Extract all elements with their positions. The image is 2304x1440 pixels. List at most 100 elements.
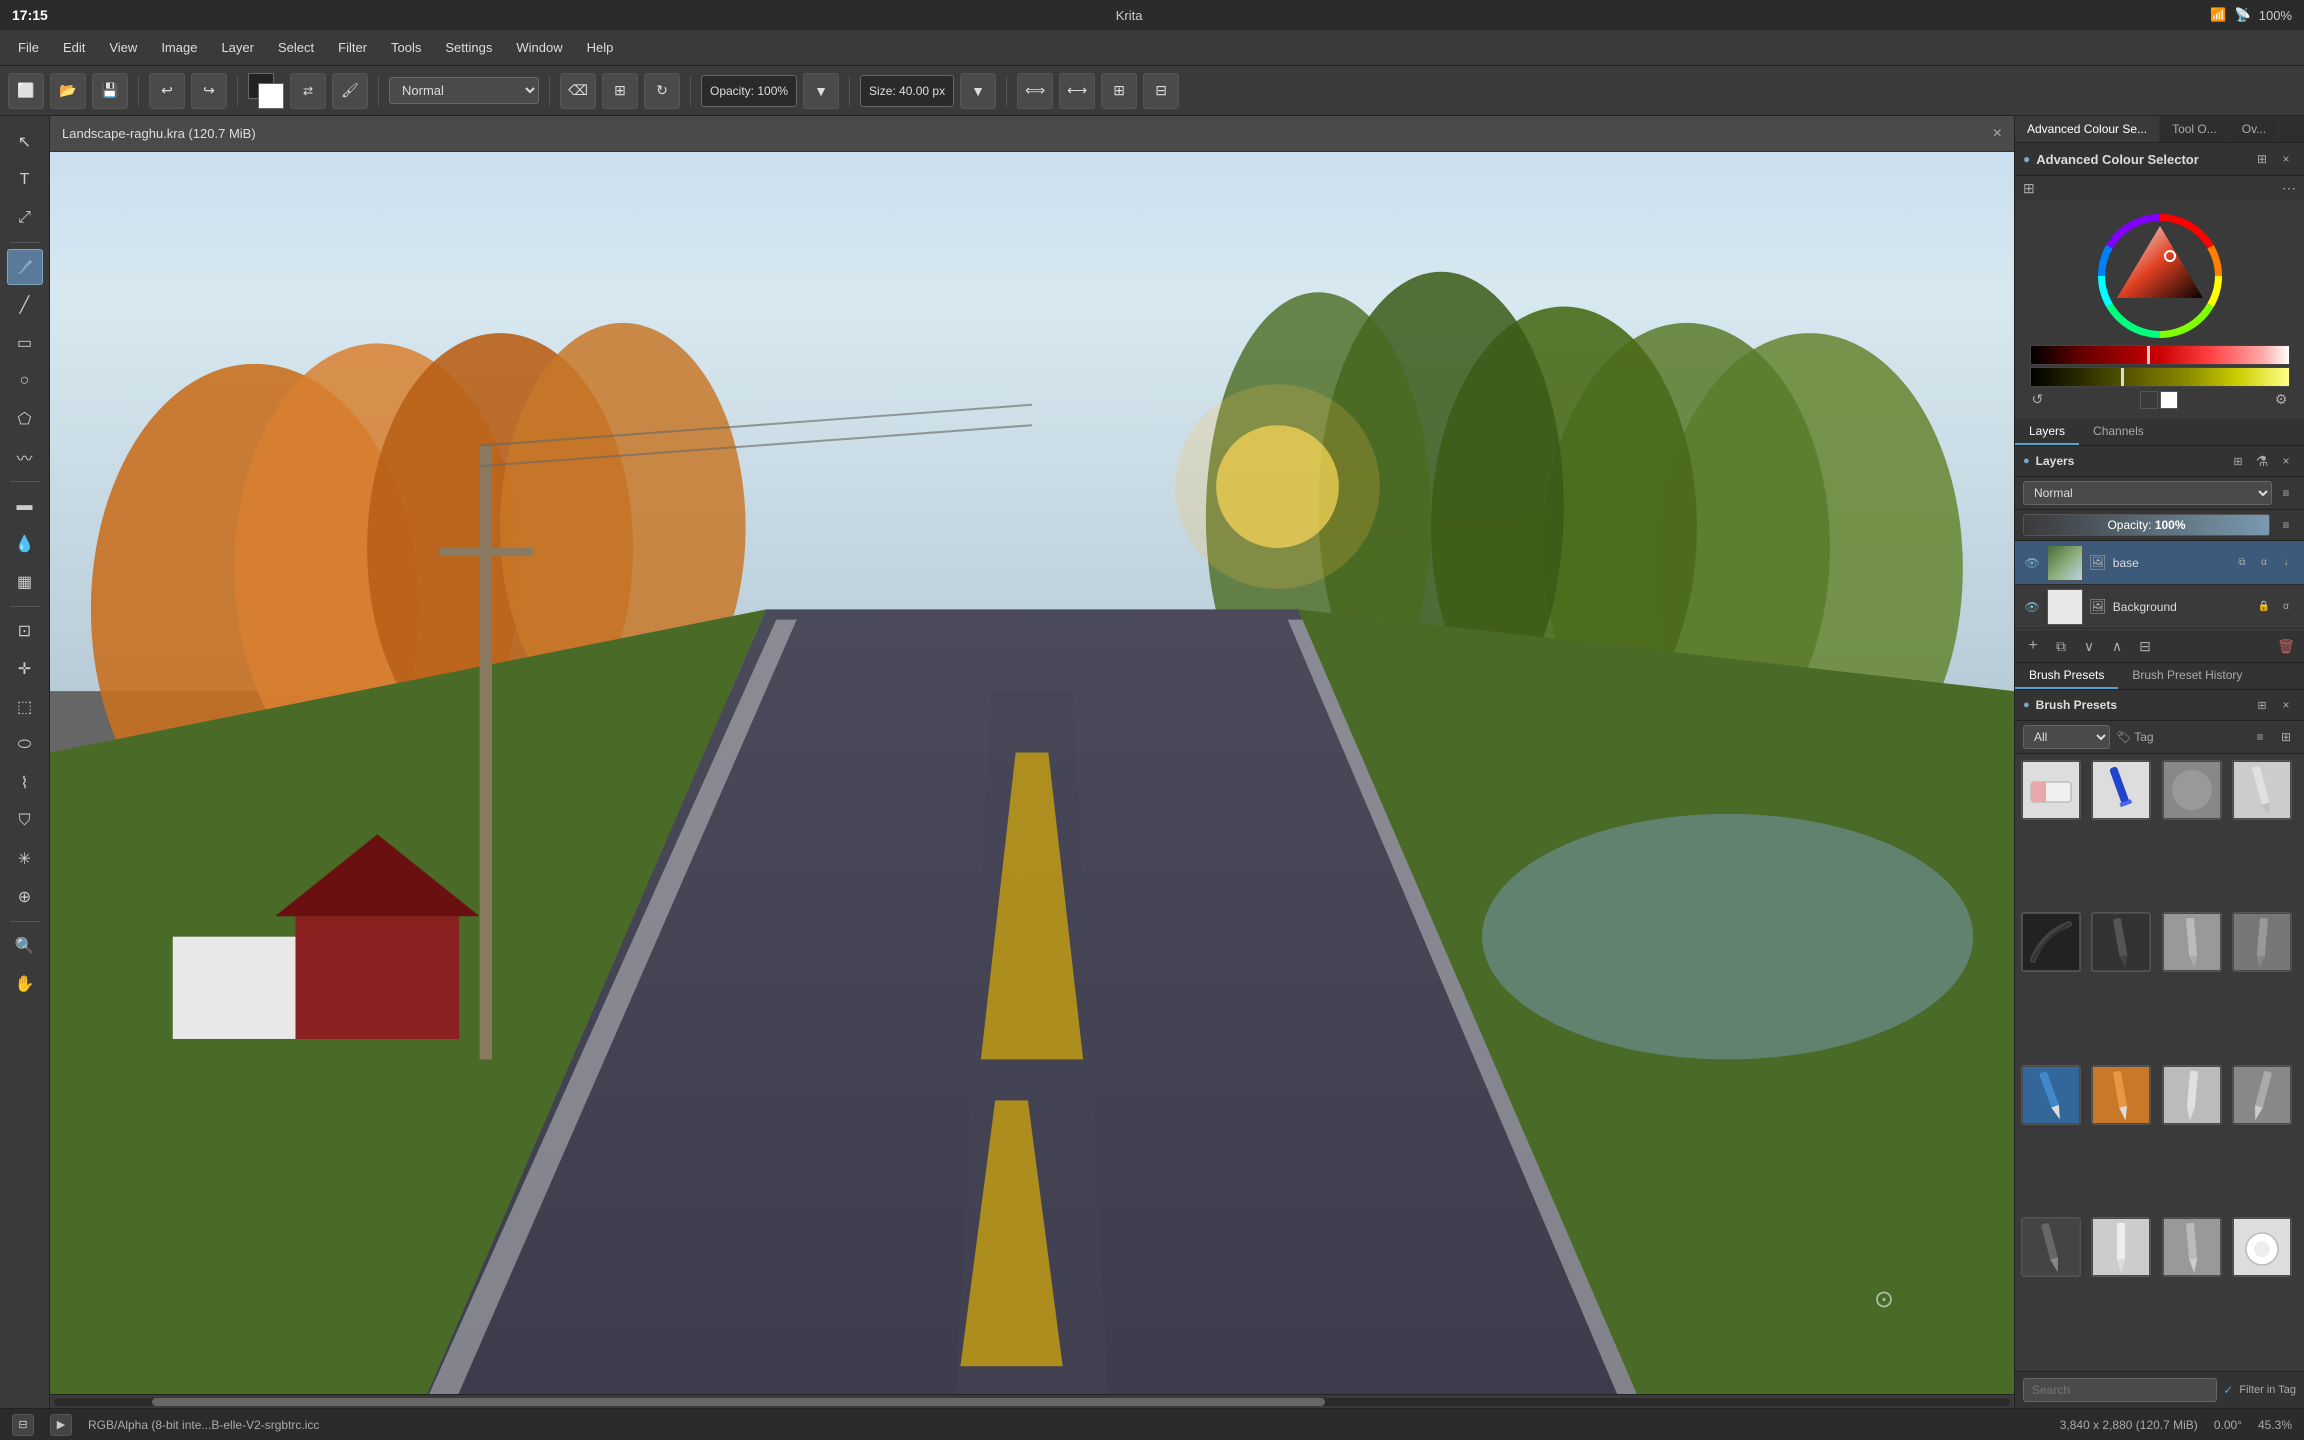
layers-close-btn[interactable]: ×: [2276, 451, 2296, 471]
menu-file[interactable]: File: [8, 36, 49, 59]
crop-tool[interactable]: ⊡: [7, 613, 43, 649]
menu-image[interactable]: Image: [151, 36, 207, 59]
status-frame-btn[interactable]: ⊟: [12, 1414, 34, 1436]
delete-layer-btn[interactable]: 🗑: [2276, 636, 2296, 656]
brush-search-input[interactable]: [2023, 1378, 2217, 1402]
gradient-tool[interactable]: ▦: [7, 564, 43, 600]
sub-tab-layers[interactable]: Layers: [2015, 419, 2079, 445]
tab-advanced-colour[interactable]: Advanced Colour Se...: [2015, 116, 2160, 142]
menu-select[interactable]: Select: [268, 36, 324, 59]
line-tool[interactable]: ╱: [7, 287, 43, 323]
brush-preset-eraser-basic[interactable]: [2021, 760, 2081, 820]
refresh-btn[interactable]: ↻: [644, 73, 680, 109]
canvas-hscroll[interactable]: [50, 1394, 2014, 1408]
layer-alpha-btn-base[interactable]: α: [2254, 553, 2274, 573]
colour-grid-icon[interactable]: ⊞: [2023, 180, 2035, 197]
add-layer-btn[interactable]: +: [2023, 636, 2043, 656]
brush-close-btn[interactable]: ×: [2276, 695, 2296, 715]
mirror-v-btn[interactable]: ⟷: [1059, 73, 1095, 109]
brush-preset-pencil-blue[interactable]: [2021, 1065, 2081, 1125]
mirror-h-btn[interactable]: ⟺: [1017, 73, 1053, 109]
menu-help[interactable]: Help: [577, 36, 624, 59]
polyline-tool[interactable]: 〰: [7, 439, 43, 475]
ellipse-tool[interactable]: ○: [7, 363, 43, 399]
brush-tool[interactable]: [7, 249, 43, 285]
polygon-tool[interactable]: ⬠: [7, 401, 43, 437]
layer-visibility-base[interactable]: 👁: [2023, 554, 2041, 572]
colour-config-icon[interactable]: ⚙: [2275, 391, 2288, 409]
brush-preset-grey-basic[interactable]: [2162, 760, 2222, 820]
status-anim-btn[interactable]: ▶: [50, 1414, 72, 1436]
canvas-settings-btn[interactable]: ⊟: [1143, 73, 1179, 109]
similar-sel-tool[interactable]: ⊕: [7, 879, 43, 915]
brush-preset-grey-2[interactable]: [2162, 912, 2222, 972]
filter-in-tag-check[interactable]: ✓: [2223, 1383, 2233, 1397]
fg-bg-color-btn[interactable]: [248, 73, 284, 109]
brush-tag-icon[interactable]: 🏷 Tag: [2116, 730, 2154, 744]
size-more-btn[interactable]: ▼: [960, 73, 996, 109]
hscroll-track[interactable]: [54, 1398, 2010, 1406]
brush-preset-pencil-orange[interactable]: [2091, 1065, 2151, 1125]
sub-tab-brush-history[interactable]: Brush Preset History: [2118, 663, 2256, 689]
erase-mode-btn[interactable]: ⌫: [560, 73, 596, 109]
brush-view-toggle[interactable]: ≡: [2250, 727, 2270, 747]
opacity-more-btn[interactable]: ▼: [803, 73, 839, 109]
blend-mode-select[interactable]: Normal Multiply Screen Overlay: [389, 77, 539, 104]
canvas-close-btn[interactable]: ×: [1993, 125, 2002, 143]
brush-preset-pencil-dark[interactable]: [2021, 1217, 2081, 1277]
save-document-btn[interactable]: 💾: [92, 73, 128, 109]
eyedropper-tool[interactable]: 💧: [7, 526, 43, 562]
layer-lock-btn-bg[interactable]: 🔒: [2254, 597, 2274, 617]
layer-visibility-bg[interactable]: 👁: [2023, 598, 2041, 616]
freehand-sel-tool[interactable]: ⌇: [7, 765, 43, 801]
sub-tab-brush-presets[interactable]: Brush Presets: [2015, 663, 2118, 689]
brush-filter-select[interactable]: All Inking Painting Sketching: [2023, 725, 2110, 749]
tab-overview[interactable]: Ov...: [2230, 116, 2279, 142]
zoom-tool[interactable]: 🔍: [7, 928, 43, 964]
tab-tool-options[interactable]: Tool O...: [2160, 116, 2230, 142]
menu-tools[interactable]: Tools: [381, 36, 431, 59]
copy-layer-btn[interactable]: ⧉: [2051, 636, 2071, 656]
fill-tool[interactable]: ▬: [7, 488, 43, 524]
colour-wheel-svg[interactable]: [2095, 211, 2225, 341]
move-layer-up-btn[interactable]: ∧: [2107, 636, 2127, 656]
hscroll-thumb[interactable]: [152, 1398, 1326, 1406]
text-tool[interactable]: T: [7, 162, 43, 198]
pan-tool[interactable]: ✋: [7, 966, 43, 1002]
layers-blend-mode-select[interactable]: Normal Multiply Screen Overlay: [2023, 481, 2272, 505]
wrap-btn[interactable]: ⊞: [1101, 73, 1137, 109]
brush-float-btn[interactable]: ⊞: [2252, 695, 2272, 715]
opacity-options-btn[interactable]: ≡: [2276, 515, 2296, 535]
alpha-lock-btn[interactable]: ⊞: [602, 73, 638, 109]
swap-colors-btn[interactable]: ⇄: [290, 73, 326, 109]
opacity-bar[interactable]: Opacity: 100%: [2023, 514, 2270, 536]
layers-float-btn[interactable]: ⊞: [2228, 451, 2248, 471]
rect-sel-tool[interactable]: ⬚: [7, 689, 43, 725]
brush-presets-btn[interactable]: 🖌: [332, 73, 368, 109]
layers-options-btn[interactable]: ≡: [2276, 483, 2296, 503]
menu-edit[interactable]: Edit: [53, 36, 95, 59]
rect-tool[interactable]: ▭: [7, 325, 43, 361]
brush-preset-pencil-white2[interactable]: [2162, 1065, 2222, 1125]
menu-filter[interactable]: Filter: [328, 36, 377, 59]
canvas-container[interactable]: ⊙: [50, 152, 2014, 1394]
layer-inherit-btn-base[interactable]: ↓: [2276, 553, 2296, 573]
transform-tool[interactable]: ⤢: [7, 200, 43, 236]
poly-sel-tool[interactable]: ⛉: [7, 803, 43, 839]
open-document-btn[interactable]: 📂: [50, 73, 86, 109]
colour-close-btn[interactable]: ×: [2276, 149, 2296, 169]
layer-item-base[interactable]: 👁 🖼 base ⧉ α ↓: [2015, 541, 2304, 585]
brush-preset-pencil-grey2[interactable]: [2162, 1217, 2222, 1277]
colour-options-icon[interactable]: ⋯: [2282, 180, 2296, 197]
redo-btn[interactable]: ↪: [191, 73, 227, 109]
menu-layer[interactable]: Layer: [211, 36, 264, 59]
layer-settings-btn[interactable]: ⊟: [2135, 636, 2155, 656]
layer-alpha-btn-bg[interactable]: α: [2276, 597, 2296, 617]
brush-preset-eraser-2[interactable]: [2232, 1217, 2292, 1277]
move-sel-tool[interactable]: ✛: [7, 651, 43, 687]
colour-float-btn[interactable]: ⊞: [2252, 149, 2272, 169]
new-document-btn[interactable]: ⬜: [8, 73, 44, 109]
layers-filter-btn[interactable]: ⚗: [2252, 451, 2272, 471]
brush-preset-bristles-1[interactable]: [2021, 912, 2081, 972]
move-tool[interactable]: ↖: [7, 124, 43, 160]
